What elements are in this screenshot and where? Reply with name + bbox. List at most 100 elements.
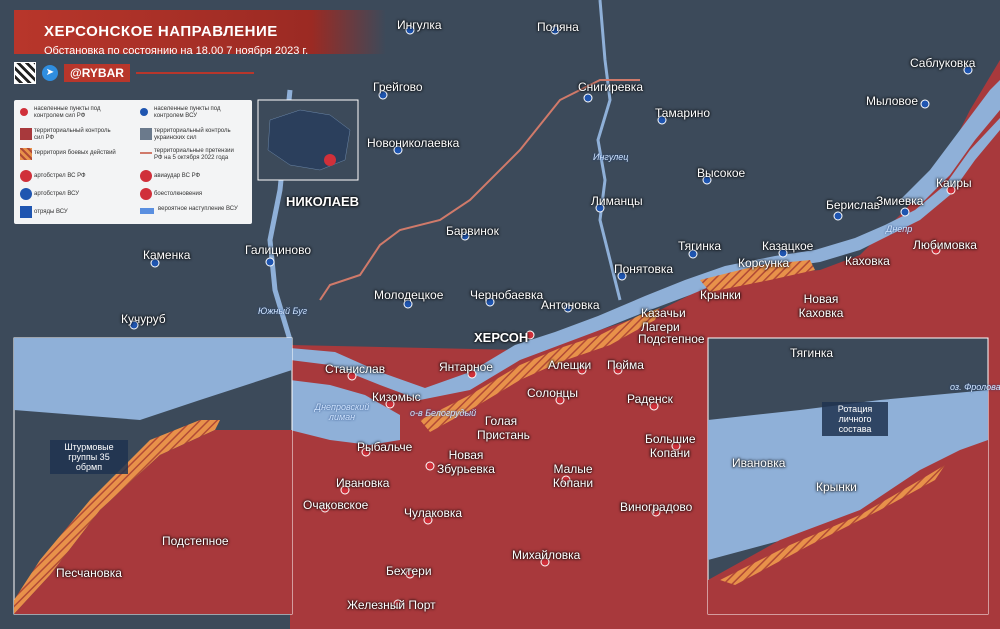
inset-place-label: Ивановка bbox=[732, 456, 786, 470]
place-label: Тягинка bbox=[678, 239, 722, 253]
place-label: Каменка bbox=[143, 248, 191, 262]
place-label: Станислав bbox=[325, 362, 386, 376]
place-label: Кизомыс bbox=[372, 390, 421, 404]
place-label: Ивановка bbox=[336, 476, 390, 490]
ua-units-icon bbox=[20, 206, 32, 218]
brand-underline bbox=[135, 72, 254, 74]
place-label: Раденск bbox=[627, 392, 673, 406]
legend-label: вероятное наступление ВСУ bbox=[158, 206, 238, 212]
ru-airstrike-icon bbox=[140, 170, 152, 182]
title-banner: ХЕРСОНСКОЕ НАПРАВЛЕНИЕ Обстановка по сос… bbox=[14, 10, 386, 57]
place-label: Мыловое bbox=[866, 94, 919, 108]
blue-settlement-icon bbox=[140, 108, 148, 116]
place-label: Молодецкое bbox=[374, 288, 444, 302]
place-label: Галициново bbox=[245, 243, 311, 257]
place-label: Саблуковка bbox=[910, 56, 976, 70]
place-label: Лиманцы bbox=[591, 194, 643, 208]
place-label: Очаковское bbox=[303, 498, 369, 512]
red-territory-icon bbox=[20, 128, 32, 140]
place-label: Ингулка bbox=[397, 18, 442, 32]
legend-label: населенные пункты под контролем ВСУ bbox=[154, 106, 221, 119]
legend-label: территориальные претензии РФ на 5 октябр… bbox=[154, 148, 234, 161]
place-label: Большие Копани bbox=[645, 432, 696, 460]
place-label: Бехтери bbox=[386, 564, 432, 578]
place-label: Янтарное bbox=[439, 360, 493, 374]
ua-settlement-marker bbox=[920, 99, 930, 109]
place-label: Рыбальче bbox=[357, 440, 413, 454]
place-label: Голая Пристань bbox=[477, 414, 530, 442]
place-label: Новая Каховка bbox=[798, 292, 844, 320]
legend-label: отряды ВСУ bbox=[34, 209, 68, 215]
place-label: Солонцы bbox=[527, 386, 579, 400]
legend-label: территория боевых действий bbox=[34, 150, 116, 156]
place-label: Грейгово bbox=[373, 80, 423, 94]
legend-panel: населенные пункты под контролем сил РФ н… bbox=[14, 100, 252, 224]
legend-label: артобстрел ВС РФ bbox=[34, 173, 86, 179]
place-label: Чулаковка bbox=[404, 506, 463, 520]
map-title: ХЕРСОНСКОЕ НАПРАВЛЕНИЕ bbox=[44, 23, 278, 40]
place-label: Берислав bbox=[826, 198, 880, 212]
claims-line-icon bbox=[140, 152, 152, 154]
telegram-icon: ➤ bbox=[42, 65, 58, 81]
inset-lake-label: оз. Фролова bbox=[950, 382, 1000, 392]
place-label: Подстепное bbox=[638, 332, 705, 346]
place-label: Тамарино bbox=[655, 106, 711, 120]
place-label: Виноградово bbox=[620, 500, 693, 514]
place-label: Казацкое bbox=[762, 239, 814, 253]
legend-label: территориальный контроль украинских сил bbox=[154, 128, 231, 141]
place-label: Крынки bbox=[700, 288, 741, 302]
place-label: Малые Копани bbox=[552, 462, 594, 490]
legend-label: авиаудар ВС РФ bbox=[154, 173, 201, 179]
island-label: о-в Белогрудый bbox=[410, 408, 477, 418]
ua-settlement-marker bbox=[265, 257, 275, 267]
inset-place-label: Подстепное bbox=[162, 534, 229, 548]
combat-zone-icon bbox=[20, 148, 32, 160]
map-subtitle: Обстановка по состоянию на 18.00 7 ноябр… bbox=[44, 45, 309, 57]
place-label: Казачьи Лагери bbox=[641, 306, 686, 334]
place-label: Алешки bbox=[548, 358, 592, 372]
place-label: Чернобаевка bbox=[470, 288, 544, 302]
ua-settlement-marker bbox=[833, 211, 843, 221]
place-label: Новая Збурьевка bbox=[437, 448, 495, 476]
ua-settlement-marker bbox=[583, 93, 593, 103]
rotation-callout: Ротация личного состава bbox=[822, 402, 888, 436]
inset-place-label: Тягинка bbox=[790, 346, 834, 360]
city-label: ХЕРСОН bbox=[474, 330, 529, 345]
legend-label: территориальный контроль сил РФ bbox=[34, 128, 111, 141]
place-label: Высокое bbox=[697, 166, 746, 180]
river-label: Южный Буг bbox=[258, 306, 308, 316]
place-label: Антоновка bbox=[541, 298, 600, 312]
place-label: Железный Порт bbox=[347, 598, 436, 612]
red-settlement-icon bbox=[20, 108, 28, 116]
place-label: Понятовка bbox=[614, 262, 674, 276]
brand-bar: ➤ @RYBAR bbox=[14, 62, 254, 84]
ua-artillery-icon bbox=[20, 188, 32, 200]
ru-artillery-icon bbox=[20, 170, 32, 182]
river-label: Ингулец bbox=[593, 152, 629, 162]
legend-label: населенные пункты под контролем сил РФ bbox=[34, 106, 101, 119]
inset-place-label: Крынки bbox=[816, 480, 857, 494]
place-label: Снигиревка bbox=[578, 80, 643, 94]
place-label: Любимовка bbox=[913, 238, 977, 252]
place-label: Барвинок bbox=[446, 224, 499, 238]
assault-groups-callout: Штурмовые группы 35 обрмп bbox=[50, 440, 128, 474]
ua-settlement-marker bbox=[900, 207, 910, 217]
place-label: Кучуруб bbox=[121, 312, 166, 326]
legend-label: артобстрел ВСУ bbox=[34, 191, 80, 197]
clash-icon bbox=[140, 188, 152, 200]
place-label: Новониколаевка bbox=[367, 136, 460, 150]
place-label: Пойма bbox=[607, 358, 644, 372]
city-label: НИКОЛАЕВ bbox=[286, 194, 360, 209]
place-label: Каховка bbox=[845, 254, 890, 268]
place-label: Поляна bbox=[537, 20, 579, 34]
inset-place-label: Песчановка bbox=[56, 566, 122, 580]
brand-handle[interactable]: @RYBAR bbox=[64, 64, 130, 82]
qr-code-icon bbox=[14, 62, 36, 84]
ua-advance-arrow-icon bbox=[140, 208, 154, 214]
place-label: Корсунка bbox=[738, 256, 790, 270]
water-label: Днепровский лиман bbox=[314, 402, 370, 422]
ru-settlement-marker bbox=[425, 461, 435, 471]
place-label: Змиевка bbox=[876, 194, 924, 208]
river-label: Днепр bbox=[886, 224, 913, 234]
place-label: Михайловка bbox=[512, 548, 581, 562]
